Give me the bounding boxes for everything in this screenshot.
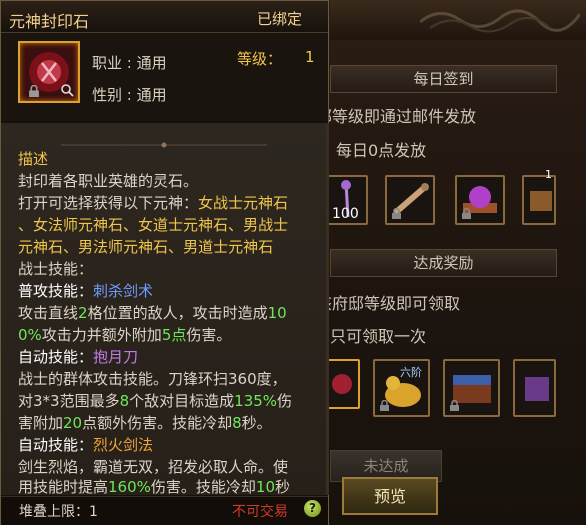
slot-badge: 1 [545, 168, 552, 181]
skill-description: 战士的群体攻击技能。刀锋环扫360度， [18, 370, 287, 388]
lock-icon [392, 208, 401, 219]
dragon-ornament-icon [420, 9, 580, 33]
description-scrollbar[interactable] [326, 123, 329, 495]
description-line: 元神石、男法师元神石、男道士元神石 [18, 238, 274, 256]
reward-slot-8[interactable] [513, 359, 556, 417]
skill-title: 普攻技能：刺杀剑术 [18, 282, 154, 300]
level-value: 1 [305, 48, 315, 66]
item-icon [525, 377, 549, 401]
bound-status: 已绑定 [256, 10, 302, 28]
skill-description: 剑生烈焰，霸道无双，招发必取人命。使 [18, 458, 289, 476]
lock-icon [450, 400, 459, 411]
lock-icon [380, 400, 389, 411]
daily-line-mail: 邸等级即通过邮件发放 [316, 107, 477, 126]
profession-label: 职业 : 通用 [92, 54, 167, 72]
reward-slot-6[interactable]: 六阶 [373, 359, 430, 417]
item-icon-frame [18, 41, 80, 103]
description-line: 、女法师元神石、女道士元神石、男战士 [18, 216, 289, 234]
stack-limit: 堆叠上限：1 [19, 504, 98, 520]
achievement-reward-header: 达成奖励 [330, 249, 557, 277]
level-label: 等级： [237, 50, 283, 68]
lock-icon [462, 208, 471, 219]
slot-tier-label: 六阶 [400, 366, 422, 379]
reward-line-level: 该府邸等级即可领取 [316, 294, 461, 313]
no-trade-label: 不可交易 [232, 504, 288, 520]
reward-slot-7[interactable] [443, 359, 500, 417]
magnifier-icon [61, 84, 74, 97]
reward-line-once: 只可领取一次 [330, 327, 427, 346]
skill-description: 0%攻击力并额外附加5点伤害。 [18, 326, 232, 344]
daily-signin-header: 每日签到 [330, 65, 557, 93]
item-icon [530, 191, 552, 211]
description-line: 封印着各职业英雄的灵石。 [18, 172, 199, 190]
reward-slot-4[interactable] [522, 175, 556, 225]
skill-description: 攻击直线2格位置的敌人，攻击时造成10 [18, 304, 287, 322]
description-line: 打开可选择获得以下元神：女战士元神石 [18, 194, 289, 212]
lock-icon [29, 85, 39, 97]
skill-description: 用技能时提高160%伤害。技能冷却10秒 [18, 478, 291, 494]
skill-description: 对3*3范围最多8个敌对目标造成135%伤 [18, 392, 293, 410]
skill-description: 害附加20点额外伤害。技能冷却8秒。 [18, 414, 272, 432]
skill-title: 自动技能：烈火剑法 [18, 436, 154, 454]
preview-button[interactable]: 预览 [342, 477, 438, 515]
skill-title: 自动技能：抱月刀 [18, 348, 139, 366]
daily-line-reset: 每日0点发放 [336, 141, 427, 160]
reward-slot-3[interactable] [455, 175, 505, 225]
item-name: 元神封印石 [9, 12, 90, 31]
description-header: 描述 [18, 150, 49, 168]
warrior-skills-heading: 战士技能： [18, 260, 94, 278]
reward-slot-2[interactable] [385, 175, 435, 225]
item-tooltip: 元神封印石 已绑定 职业 : 通用 性别 : 通用 等级： 1 描述 封印着各职… [0, 0, 329, 525]
help-icon[interactable]: ? [304, 500, 321, 517]
item-icon [332, 374, 352, 394]
section-divider [61, 142, 267, 148]
gender-label: 性别 : 通用 [92, 86, 167, 104]
slot-count: 100 [332, 206, 359, 222]
